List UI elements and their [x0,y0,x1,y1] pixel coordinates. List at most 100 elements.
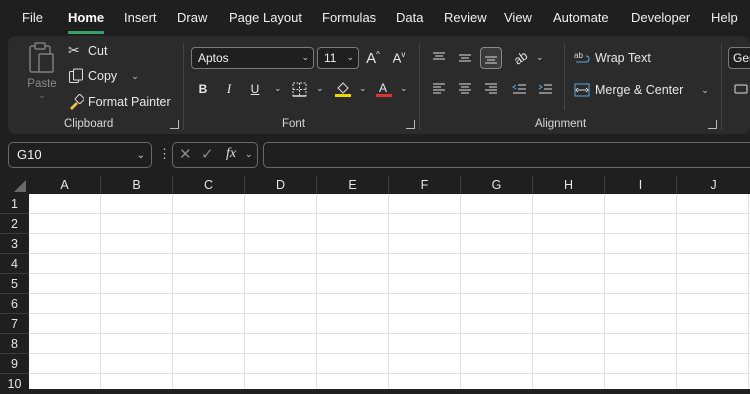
alignment-dialog-launcher-icon[interactable] [708,120,717,129]
row-header-7[interactable]: 7 [0,314,29,334]
formula-controls: ✕ ✓ fx ⌄ [172,142,258,168]
row-header-9[interactable]: 9 [0,354,29,374]
cut-label: Cut [88,43,108,58]
tab-draw[interactable]: Draw [177,10,207,25]
bottom-align-button[interactable] [480,47,502,69]
column-header-a[interactable]: A [29,176,101,194]
row-header-2[interactable]: 2 [0,214,29,234]
font-name-combo[interactable]: Aptos ⌄ [191,47,314,69]
group-divider [419,44,420,130]
enter-check-icon[interactable]: ✓ [201,145,214,163]
decrease-font-size-button[interactable]: Av [388,47,410,69]
clipboard-group-label: Clipboard [64,118,114,130]
underline-dropdown-icon[interactable]: ⌄ [274,83,282,94]
alignment-group-label: Alignment [535,118,587,130]
fill-color-button[interactable] [332,78,354,100]
column-header-b[interactable]: B [101,176,173,194]
column-header-c[interactable]: C [173,176,245,194]
tab-formulas[interactable]: Formulas [322,10,376,25]
select-all-corner[interactable] [0,176,29,194]
increase-font-size-button[interactable]: A^ [362,47,384,69]
row-header-10[interactable]: 10 [0,374,29,394]
cut-button[interactable]: ✂ Cut [68,42,107,59]
italic-button[interactable]: I [218,78,240,100]
decrease-indent-button[interactable] [508,78,530,100]
column-header-g[interactable]: G [461,176,533,194]
column-header-h[interactable]: H [533,176,605,194]
row-header-5[interactable]: 5 [0,274,29,294]
top-align-button[interactable] [428,47,450,69]
column-header-e[interactable]: E [317,176,389,194]
cancel-icon[interactable]: ✕ [179,145,192,163]
tab-data[interactable]: Data [396,10,423,25]
format-painter-label: Format Painter [88,95,171,109]
tab-page-layout[interactable]: Page Layout [229,10,302,25]
font-color-button[interactable]: A [373,78,395,100]
tab-view[interactable]: View [504,10,532,25]
bottom-align-icon [485,56,497,64]
paste-button[interactable]: Paste ⌄ [22,42,62,101]
font-dialog-launcher-icon[interactable] [406,120,415,129]
top-align-icon [433,52,445,60]
accounting-format-button[interactable] [730,78,750,100]
wrap-text-button[interactable]: ab Wrap Text [574,50,651,66]
row-header-3[interactable]: 3 [0,234,29,254]
name-box[interactable]: G10 ⌄ [8,142,152,168]
column-header-j[interactable]: J [677,176,750,194]
increase-indent-button[interactable] [534,78,556,100]
wrap-text-icon: ab [574,51,590,63]
menu-bar: File Home Insert Draw Page Layout Formul… [0,0,750,36]
clipboard-dialog-launcher-icon[interactable] [170,120,179,129]
formula-input[interactable] [263,142,750,168]
copy-button[interactable]: Copy ⌄ [68,68,139,84]
merge-center-button[interactable]: Merge & Center ⌄ [574,82,709,98]
merge-center-icon [574,83,590,97]
tab-insert[interactable]: Insert [124,10,157,25]
svg-text:ab: ab [574,51,583,60]
column-header-f[interactable]: F [389,176,461,194]
tab-developer[interactable]: Developer [631,10,690,25]
merge-dropdown-icon[interactable]: ⌄ [701,85,709,96]
align-right-button[interactable] [480,78,502,100]
align-left-icon [433,83,445,94]
number-format-value: Gen [733,51,750,65]
align-left-button[interactable] [428,78,450,100]
font-size-combo[interactable]: 11 ⌄ [317,47,359,69]
row-header-4[interactable]: 4 [0,254,29,274]
active-tab-indicator [68,31,104,34]
row-header-1[interactable]: 1 [0,194,29,214]
chevron-down-icon: ⌄ [301,52,309,62]
orientation-dropdown-icon[interactable]: ⌄ [536,52,544,63]
accounting-format-icon [734,84,748,94]
tab-home[interactable]: Home [68,10,104,25]
number-format-combo[interactable]: Gen [728,47,750,69]
copy-label: Copy [88,69,118,83]
text-orientation-icon: ab [511,48,531,68]
fill-color-dropdown-icon[interactable]: ⌄ [359,83,367,94]
insert-function-icon[interactable]: fx [226,146,236,162]
copy-dropdown-icon[interactable]: ⌄ [131,71,139,82]
column-header-i[interactable]: I [605,176,677,194]
paste-dropdown-icon[interactable]: ⌄ [38,90,46,101]
underline-button[interactable]: U [244,78,266,100]
chevron-down-icon[interactable]: ⌄ [245,149,253,160]
tab-file[interactable]: File [22,10,43,25]
chevron-down-icon: ⌄ [346,52,354,62]
middle-align-button[interactable] [454,47,476,69]
font-color-dropdown-icon[interactable]: ⌄ [400,83,408,94]
orientation-button[interactable]: ab [510,47,532,69]
tab-review[interactable]: Review [444,10,487,25]
borders-button[interactable] [288,78,310,100]
tab-help[interactable]: Help [711,10,738,25]
row-header-6[interactable]: 6 [0,294,29,314]
bold-button[interactable]: B [192,78,214,100]
format-painter-button[interactable]: Format Painter [68,94,171,110]
tab-automate[interactable]: Automate [553,10,609,25]
column-header-d[interactable]: D [245,176,317,194]
align-center-button[interactable] [454,78,476,100]
more-options-icon[interactable]: ⋮ [158,146,171,162]
row-header-8[interactable]: 8 [0,334,29,354]
copy-icon [69,68,83,83]
cell-area[interactable] [29,194,750,389]
borders-dropdown-icon[interactable]: ⌄ [316,83,324,94]
